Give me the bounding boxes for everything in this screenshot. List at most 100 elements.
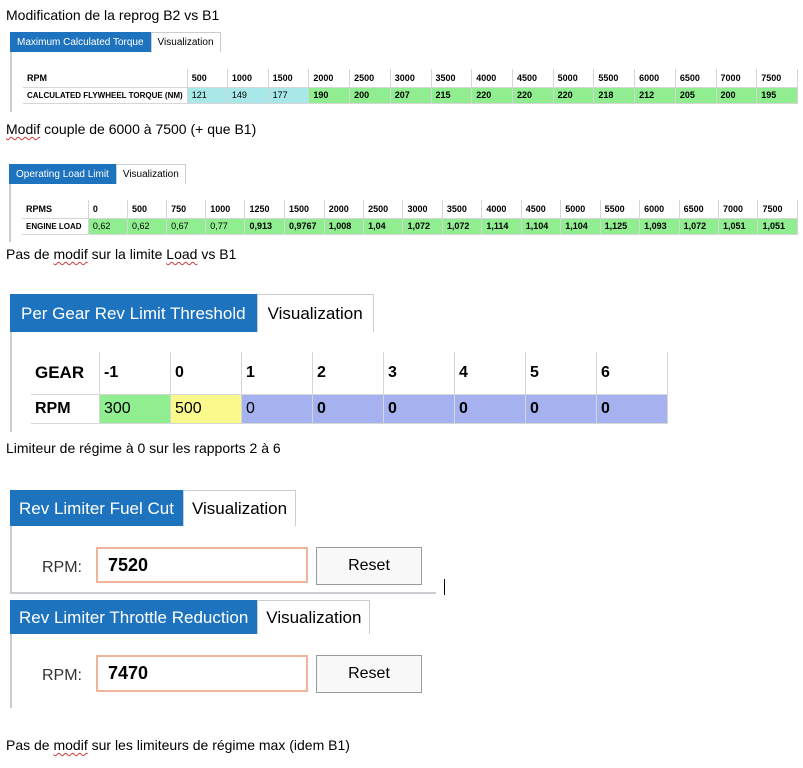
l-r2-cell: 1,051 — [718, 218, 759, 235]
t-r1-cell: 6000 — [634, 69, 676, 88]
l-r2-cell: 1,072 — [402, 218, 443, 235]
t-r1-cell: 3000 — [390, 69, 432, 88]
l-r1-cell: 7500 — [757, 200, 798, 219]
caption-gear: Limiteur de régime à 0 sur les rapports … — [6, 440, 281, 456]
caption-torque-word1: Modif — [6, 121, 41, 137]
load-table: RPMS 0 500 750 1000 1250 1500 2000 2500 3000 3500… — [22, 200, 798, 235]
torque-table: RPM 500 1000 1500 2000 2500 3000 3500 4000 4500 5… — [23, 69, 798, 104]
t-r1-cell: 2000 — [308, 69, 351, 88]
throttle-tabbar: Rev Limiter Throttle Reduction Visualiza… — [10, 598, 446, 636]
gear-value-label: RPM — [31, 394, 100, 424]
load-value-label: ENGINE LOAD — [22, 218, 89, 235]
l-r1-cell: 4500 — [521, 200, 562, 219]
load-tabbar: Operating Load Limit Visualization — [9, 164, 798, 186]
g-r1-cell: 4 — [454, 352, 526, 395]
l-r1-cell: 3000 — [402, 200, 443, 219]
t-r1-cell: 6500 — [675, 69, 717, 88]
torque-value-label: CALCULATED FLYWHEEL TORQUE (NM) — [23, 87, 188, 104]
tab-visualization[interactable]: Visualization — [182, 490, 297, 526]
l-r2-cell: 1,125 — [600, 218, 641, 235]
t-r1-cell: 7500 — [756, 69, 798, 88]
tab-visualization[interactable]: Visualization — [257, 600, 371, 634]
g-r1-cell: 3 — [383, 352, 455, 395]
l-r1-cell: 0 — [88, 200, 128, 219]
load-body: RPMS 0 500 750 1000 1250 1500 2000 2500 3000 3500… — [9, 184, 798, 242]
l-r1-cell: 7000 — [718, 200, 759, 219]
fuelcut-reset-button[interactable]: Reset — [316, 547, 422, 585]
caption-limiters: Pas de modif sur les limiteurs de régime… — [6, 737, 350, 753]
l-r1-cell: 500 — [127, 200, 168, 219]
l-r2-cell: 1,114 — [481, 218, 522, 235]
t-r2-cell: 200 — [716, 87, 758, 104]
gear-row-header: GEAR — [31, 352, 100, 395]
tab-visualization[interactable]: Visualization — [115, 164, 186, 184]
g-r2-cell: 0 — [312, 394, 384, 424]
l-r2-cell: 1,051 — [757, 218, 798, 235]
g-r2-cell: 0 — [596, 394, 668, 424]
l-r1-cell: 4000 — [481, 200, 522, 219]
torque-rpm-row: RPM 500 1000 1500 2000 2500 3000 3500 4000 4500 5… — [23, 69, 798, 88]
load-row-header: RPMS — [22, 200, 89, 219]
l-r2-cell: 1,04 — [363, 218, 404, 235]
doc-title-text: Modification de la reprog B2 vs B1 — [6, 7, 220, 23]
caption-torque-rest: couple de 6000 à 7500 (+ que B1) — [40, 121, 257, 137]
caption-load: Pas de modif sur la limite Load vs B1 — [6, 246, 236, 262]
g-r1-cell: 2 — [312, 352, 384, 395]
g-r1-cell: 1 — [241, 352, 313, 395]
l-r2-cell: 1,072 — [442, 218, 483, 235]
g-r2-cell: 300 — [99, 394, 171, 424]
caption-torque: Modif couple de 6000 à 7500 (+ que B1) — [6, 121, 256, 137]
t-r2-cell: 215 — [431, 87, 473, 104]
gear-table: GEAR -1 0 1 2 3 4 5 6 RPM 300 500 0 0 0 0 0 0 — [31, 352, 668, 424]
load-rpm-row: RPMS 0 500 750 1000 1250 1500 2000 2500 3000 3500… — [22, 200, 798, 219]
g-r2-cell: 0 — [454, 394, 526, 424]
t-r2-cell: 200 — [349, 87, 391, 104]
t-r1-cell: 5500 — [593, 69, 636, 88]
tab-visualization[interactable]: Visualization — [150, 32, 221, 52]
t-r1-cell: 4000 — [471, 69, 513, 88]
l-r1-cell: 5500 — [600, 200, 641, 219]
t-r1-cell: 1500 — [268, 69, 310, 88]
tab-operating-load-limit[interactable]: Operating Load Limit — [9, 164, 116, 184]
text-cursor — [444, 579, 445, 595]
l-r1-cell: 6000 — [639, 200, 680, 219]
tab-maximum-calculated-torque[interactable]: Maximum Calculated Torque — [10, 32, 151, 52]
t-r2-cell: 121 — [187, 87, 228, 104]
fuelcut-rpm-input[interactable]: 7520 — [96, 547, 308, 583]
l-r2-cell: 1,008 — [324, 218, 365, 235]
tab-per-gear-rev-limit[interactable]: Per Gear Rev Limit Threshold — [10, 294, 257, 332]
fuelcut-rpm-label: RPM: — [42, 559, 82, 576]
gear-tabbar: Per Gear Rev Limit Threshold Visualizati… — [10, 292, 670, 334]
gear-rpm-row: RPM 300 500 0 0 0 0 0 0 — [31, 394, 668, 424]
tab-visualization[interactable]: Visualization — [256, 294, 374, 332]
torque-tabbar: Maximum Calculated Torque Visualization — [10, 32, 798, 54]
torque-panel: Maximum Calculated Torque Visualization … — [10, 32, 798, 112]
l-r2-cell: 0,77 — [205, 218, 246, 235]
t-r2-cell: 207 — [390, 87, 432, 104]
l-r1-cell: 2500 — [363, 200, 404, 219]
fuelcut-body: RPM: 7520 Reset — [10, 526, 436, 594]
torque-body: RPM 500 1000 1500 2000 2500 3000 3500 4000 4500 5… — [10, 52, 798, 112]
l-r1-cell: 1500 — [284, 200, 325, 219]
load-panel: Operating Load Limit Visualization RPMS … — [9, 164, 798, 242]
throttle-rpm-label: RPM: — [42, 667, 82, 684]
cap4-text: Pas de modif sur les limiteurs de régime… — [6, 737, 350, 753]
tab-rev-limiter-throttle-reduction[interactable]: Rev Limiter Throttle Reduction — [10, 600, 258, 634]
g-r2-cell: 500 — [170, 394, 242, 424]
fuelcut-tabbar: Rev Limiter Fuel Cut Visualization — [10, 488, 436, 528]
g-r1-cell: 5 — [525, 352, 597, 395]
g-r1-cell: 6 — [596, 352, 668, 395]
doc-title: Modification de la reprog B2 vs B1 — [6, 7, 219, 23]
g-r2-cell: 0 — [241, 394, 313, 424]
l-r2-cell: 1,072 — [679, 218, 720, 235]
l-r2-cell: 0,67 — [166, 218, 207, 235]
t-r2-cell: 149 — [227, 87, 269, 104]
t-r1-cell: 5000 — [553, 69, 595, 88]
torque-value-row: CALCULATED FLYWHEEL TORQUE (NM) 121 149 17… — [23, 87, 798, 104]
t-r2-cell: 220 — [512, 87, 554, 104]
throttle-reset-button[interactable]: Reset — [316, 655, 422, 693]
throttle-body: RPM: 7470 Reset — [10, 634, 446, 708]
gear-body: GEAR -1 0 1 2 3 4 5 6 RPM 300 500 0 0 0 0 0 0 — [10, 332, 670, 432]
tab-rev-limiter-fuel-cut[interactable]: Rev Limiter Fuel Cut — [10, 490, 183, 526]
throttle-rpm-input[interactable]: 7470 — [96, 655, 308, 692]
